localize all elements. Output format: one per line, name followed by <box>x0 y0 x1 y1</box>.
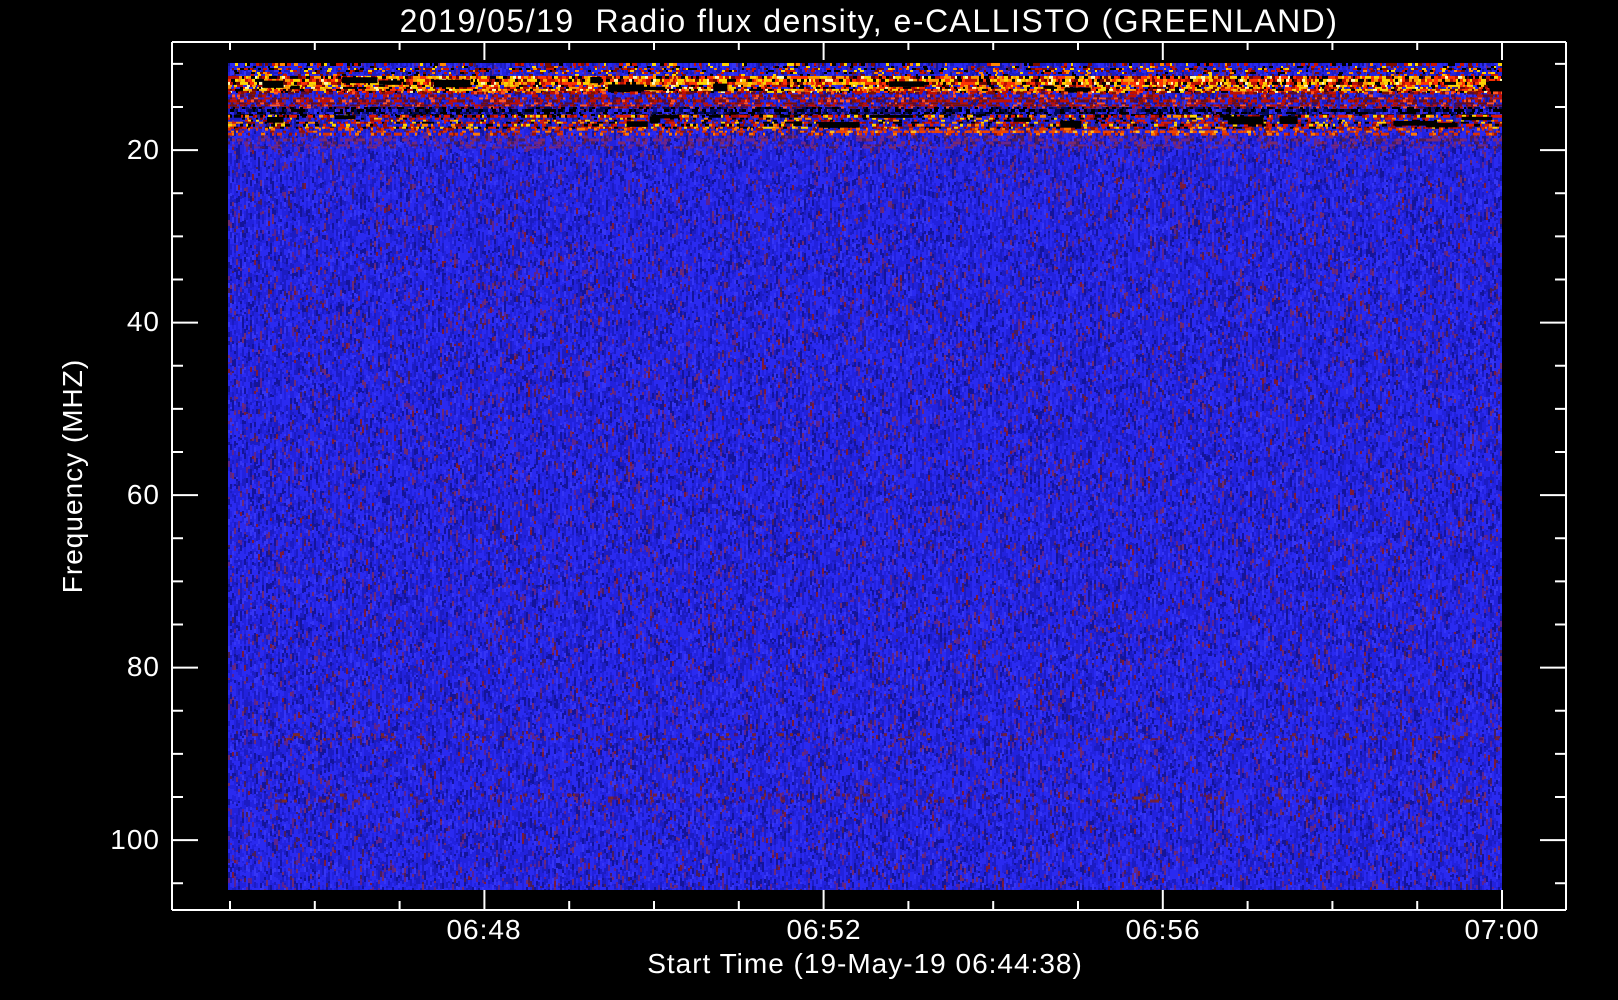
spectrogram-figure: 2019/05/19 Radio flux density, e-CALLIST… <box>0 0 1618 1000</box>
x-tick-label-0652: 06:52 <box>786 914 862 945</box>
y-tick-label-20: 20 <box>126 134 160 165</box>
y-axis-title: Frequency (MHZ) <box>57 358 88 594</box>
x-axis-title: Start Time (19-May-19 06:44:38) <box>647 948 1083 979</box>
plot-title: 2019/05/19 Radio flux density, e-CALLIST… <box>399 3 1339 39</box>
y-tick-label-60: 60 <box>126 479 160 510</box>
x-tick-label-0700: 07:00 <box>1464 914 1540 945</box>
x-tick-label-0648: 06:48 <box>446 914 522 945</box>
y-tick-label-40: 40 <box>126 306 160 337</box>
y-tick-label-100: 100 <box>110 824 160 855</box>
y-tick-label-80: 80 <box>126 651 160 682</box>
x-tick-label-0656: 06:56 <box>1125 914 1201 945</box>
spectrogram-image <box>228 63 1502 890</box>
